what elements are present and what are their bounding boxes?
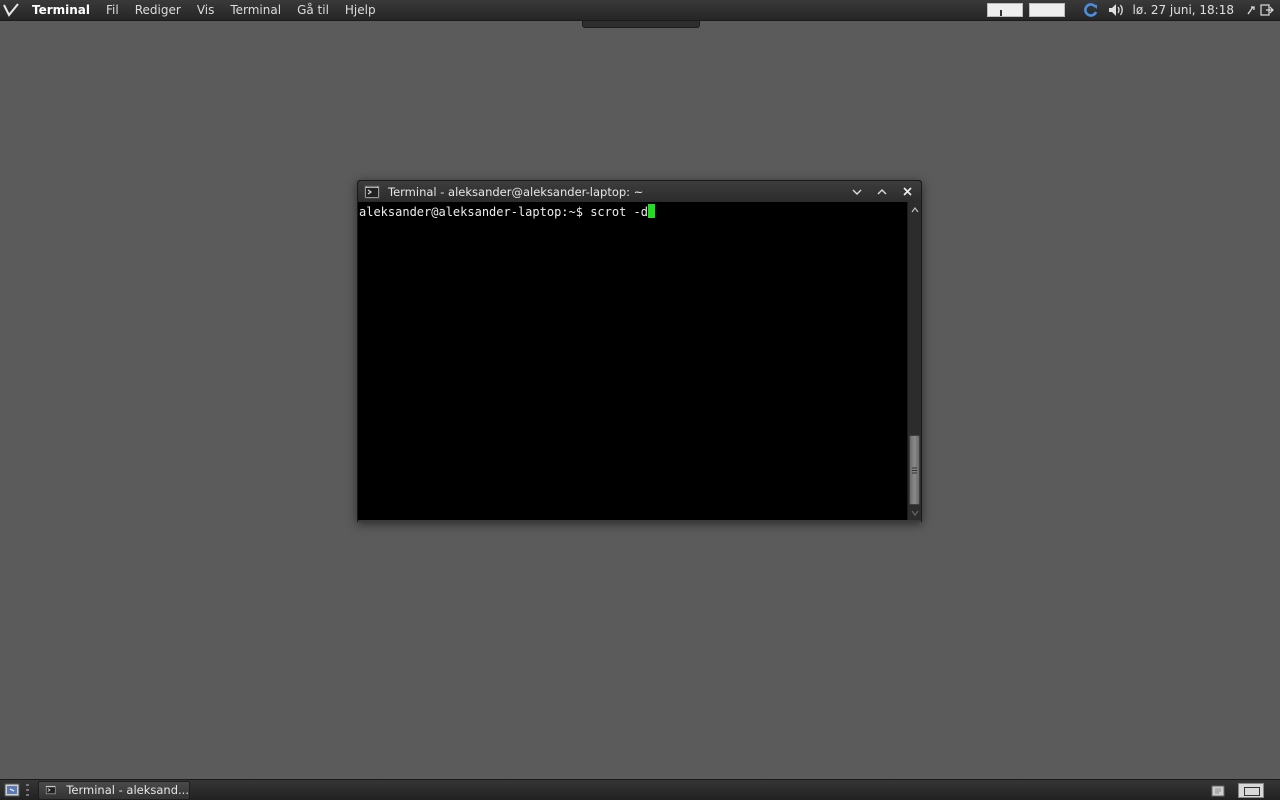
- network-monitor[interactable]: [1028, 3, 1065, 17]
- typed-command: scrot -d: [590, 205, 648, 219]
- close-button[interactable]: [896, 183, 918, 201]
- scroll-up-button[interactable]: [908, 203, 921, 216]
- terminal-icon[interactable]: [364, 184, 380, 200]
- text-cursor: [647, 204, 655, 218]
- show-desktop-icon: [4, 783, 20, 797]
- window-title: Terminal - aleksander@aleksander-laptop:…: [388, 184, 644, 199]
- panel-drag-handle[interactable]: [26, 783, 32, 797]
- bottom-panel: Terminal - aleksand...: [0, 779, 1280, 800]
- menu-vis[interactable]: Vis: [189, 0, 223, 21]
- refresh-icon[interactable]: [1081, 0, 1101, 21]
- menu-ga-til[interactable]: Gå til: [289, 0, 337, 21]
- close-icon: [902, 187, 912, 196]
- terminal-output[interactable]: aleksander@aleksander-laptop:~$ scrot -d: [358, 202, 907, 520]
- top-panel: Terminal Fil Rediger Vis Terminal Gå til…: [0, 0, 1280, 21]
- scroll-down-button[interactable]: [908, 506, 921, 519]
- maximize-button[interactable]: [871, 183, 893, 201]
- window-bottom-border[interactable]: [358, 520, 921, 522]
- grip-icon: [912, 467, 917, 473]
- menu-app-name[interactable]: Terminal: [30, 0, 98, 21]
- volume-icon[interactable]: [1107, 0, 1127, 21]
- chevron-up-icon: [877, 188, 887, 194]
- taskbar-terminal-label: Terminal - aleksand...: [66, 783, 189, 797]
- minimize-button[interactable]: [846, 183, 868, 201]
- vertical-scrollbar[interactable]: [907, 202, 921, 520]
- shell-prompt: aleksander@aleksander-laptop:~$: [359, 205, 591, 219]
- arrow-down-icon: [911, 510, 918, 516]
- show-desktop-button[interactable]: [2, 781, 22, 799]
- cpu-monitor[interactable]: [986, 3, 1023, 17]
- terminal-window[interactable]: Terminal - aleksander@aleksander-laptop:…: [357, 180, 922, 522]
- trash-icon[interactable]: [1208, 781, 1228, 799]
- menu-rediger[interactable]: Rediger: [127, 0, 189, 21]
- menu-hjelp[interactable]: Hjelp: [337, 0, 384, 21]
- arrow-up-icon: [911, 206, 918, 212]
- hidden-dock-tab[interactable]: [582, 21, 700, 28]
- user-status-icon[interactable]: [1244, 0, 1258, 21]
- menu-fil[interactable]: Fil: [98, 0, 127, 21]
- clock[interactable]: lø. 27 juni, 18:18: [1133, 3, 1234, 17]
- terminal-icon: [45, 785, 57, 795]
- workspace-switcher[interactable]: [1238, 782, 1264, 798]
- scroll-thumb[interactable]: [909, 435, 920, 505]
- app-menu-logo-icon[interactable]: [2, 1, 20, 19]
- menu-terminal[interactable]: Terminal: [222, 0, 289, 21]
- taskbar-terminal-button[interactable]: Terminal - aleksand...: [38, 780, 190, 800]
- chevron-down-icon: [852, 189, 862, 195]
- window-titlebar[interactable]: Terminal - aleksander@aleksander-laptop:…: [358, 181, 921, 202]
- logout-icon[interactable]: [1260, 0, 1274, 21]
